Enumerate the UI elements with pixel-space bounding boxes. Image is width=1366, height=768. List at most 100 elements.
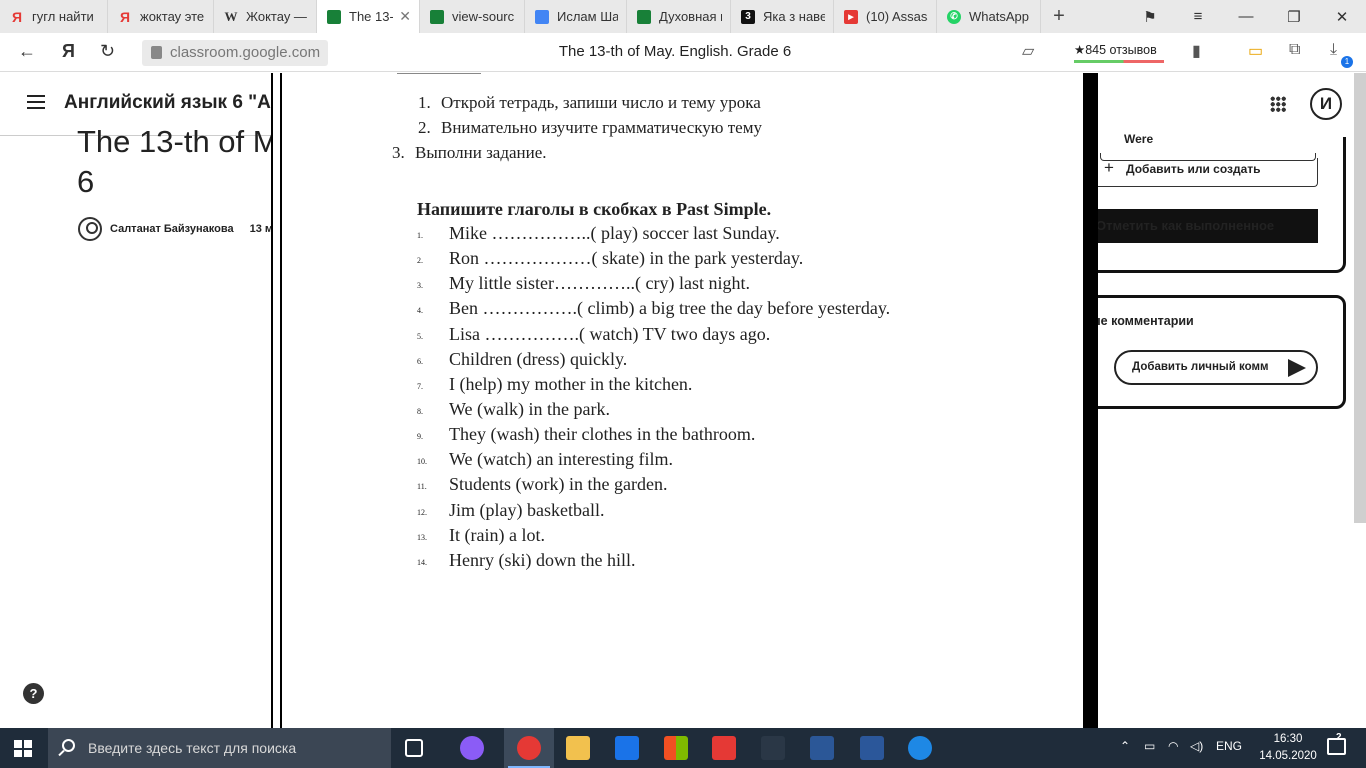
whatsapp-favicon-icon: ✆ <box>947 9 961 24</box>
restore-icon[interactable]: ❐ <box>1270 8 1318 26</box>
course-title[interactable]: Английский язык 6 "А <box>64 92 271 114</box>
add-or-create-button[interactable]: + Добавить или создать <box>1093 158 1318 187</box>
youtube-favicon-icon: ▶ <box>844 9 858 24</box>
tab-favicon-icon: Я <box>11 8 23 25</box>
step-text: Открой тетрадь, запиши число и тему урок… <box>441 93 761 112</box>
step-1: 1. Открой тетрадь, запиши число и тему у… <box>418 93 761 113</box>
no-image-icon[interactable]: ▱ <box>1022 41 1034 61</box>
exercise-text: Jim (play) basketball. <box>449 499 605 520</box>
author-name: Салтанат Байзунакова <box>110 223 234 235</box>
task-heading: Напишите глаголы в скобках в Past Simple… <box>417 199 772 219</box>
menu-icon[interactable]: ≡ <box>1174 8 1222 25</box>
taskbar-search[interactable]: Введите здесь текст для поиска <box>48 728 391 768</box>
battery-tray-icon[interactable]: ▭ <box>1144 739 1155 753</box>
exercise-text: Mike ……………..( play) soccer last Sunday. <box>449 223 780 243</box>
bookmark-icon[interactable]: ▮ <box>1192 41 1201 61</box>
mark-as-done-button[interactable]: Отметить как выполненное <box>1086 209 1318 243</box>
classroom-favicon-icon <box>430 9 444 24</box>
tab-label: view-sourc <box>452 9 515 24</box>
classroom-favicon-icon <box>637 9 651 24</box>
clock[interactable]: 16:30 14.05.2020 <box>1258 731 1318 765</box>
user-avatar[interactable]: И <box>1310 88 1342 120</box>
browser-tab[interactable]: W Жоктау — <box>214 0 317 33</box>
step-text: Выполни задание. <box>415 143 547 162</box>
tab-label: The 13-t <box>349 9 394 24</box>
window-controls: ⚑ ≡ — ❐ ✕ <box>1126 0 1366 33</box>
exercise-text: It (rain) a lot. <box>449 524 545 545</box>
volume-icon[interactable]: ◁) <box>1190 739 1203 753</box>
wifi-icon[interactable]: ◠ <box>1168 739 1178 753</box>
exercise-number: 8. <box>417 406 423 416</box>
plus-icon: + <box>1104 158 1114 177</box>
browser-tab[interactable]: Ислам Ша <box>525 0 627 33</box>
exercise-number: 6. <box>417 356 423 366</box>
assignment-title-line: 6 <box>77 164 95 199</box>
exercise-text: We (watch) an interesting film. <box>449 449 673 470</box>
store-icon[interactable] <box>664 736 688 760</box>
downloads-icon[interactable]: ⤓ <box>1330 41 1337 59</box>
battery-icon[interactable]: ▭ <box>1248 41 1263 61</box>
language-indicator[interactable]: ENG <box>1216 739 1242 753</box>
mail-icon[interactable] <box>615 736 639 760</box>
browser-tab[interactable]: Духовная и <box>627 0 731 33</box>
tab-close-icon[interactable]: ✕ <box>399 8 411 25</box>
hamburger-menu-icon[interactable] <box>27 95 45 109</box>
tab-label: WhatsApp <box>969 9 1029 24</box>
send-icon[interactable] <box>1288 359 1306 377</box>
bookmarks-icon[interactable]: ⚑ <box>1126 8 1174 26</box>
show-hidden-icons-icon[interactable]: ⌃ <box>1120 739 1130 753</box>
browser-tab[interactable]: Я гугл найти <box>0 0 108 33</box>
app-icon[interactable] <box>810 736 834 760</box>
attached-work-item[interactable]: Were <box>1124 132 1153 146</box>
step-3: 3. Выполни задание. <box>392 143 547 163</box>
docs-favicon-icon <box>535 9 549 24</box>
exercise-number: 10. <box>417 457 427 467</box>
exercise-number: 11. <box>417 482 427 492</box>
word-icon[interactable] <box>860 736 884 760</box>
browser-tab[interactable]: ✆ WhatsApp <box>937 0 1041 33</box>
tab-label: Ислам Ша <box>557 9 618 24</box>
exercise-number: 1. <box>417 231 423 240</box>
reviews-badge[interactable]: ★845 отзывов <box>1074 42 1157 57</box>
assignment-title-line: The 13-th of M <box>77 124 279 159</box>
help-icon[interactable]: ? <box>23 683 44 704</box>
close-window-icon[interactable]: ✕ <box>1318 8 1366 26</box>
tab-label: Яка з наве, <box>763 9 825 24</box>
tab-favicon-icon: W <box>224 8 238 24</box>
add-comment-label: Добавить личный комм <box>1132 361 1269 373</box>
browser-tab-bar: Я гугл найти Я жоктау эте W Жоктау — The… <box>0 0 1366 33</box>
windows-start-icon[interactable] <box>14 740 32 757</box>
exercise-text: Ben …………….( climb) a big tree the day be… <box>449 298 891 319</box>
windows-taskbar: Введите здесь текст для поиска ⌃ ▭ ◠ ◁) … <box>0 728 1366 768</box>
exercise-text: Henry (ski) down the hill. <box>449 549 636 570</box>
notifications-count: 2 <box>1336 732 1342 743</box>
collections-icon[interactable]: ⧉ <box>1289 41 1300 59</box>
browser-tab-active[interactable]: The 13-t ✕ <box>317 0 420 33</box>
exercise-text: I (help) my mother in the kitchen. <box>449 373 693 394</box>
yandex-icon[interactable] <box>712 736 736 760</box>
add-private-comment-button[interactable]: Добавить личный комм <box>1114 350 1318 385</box>
browser-tab[interactable]: ▶ (10) Assass <box>834 0 937 33</box>
author-row: Салтанат Байзунакова 13 м <box>78 216 273 242</box>
divider <box>397 73 481 74</box>
scrollbar[interactable] <box>1354 73 1366 523</box>
exercise-number: 5. <box>417 331 423 341</box>
step-text: Внимательно изучите грамматическую тему <box>441 118 762 137</box>
exercise-number: 4. <box>417 306 423 316</box>
new-tab-button[interactable]: + <box>1041 5 1077 28</box>
browser-tab[interactable]: 3 Яка з наве, <box>731 0 834 33</box>
browser-tab[interactable]: Я жоктау эте <box>108 0 214 33</box>
minimize-icon[interactable]: — <box>1222 8 1270 25</box>
file-explorer-icon[interactable] <box>566 736 590 760</box>
app-icon[interactable] <box>908 736 932 760</box>
task-view-icon[interactable] <box>405 739 423 757</box>
post-date: 13 м <box>249 223 274 235</box>
browser-tab[interactable]: view-sourc <box>420 0 525 33</box>
document-viewer-left-edge <box>271 73 282 728</box>
yandex-browser-icon[interactable] <box>517 736 541 760</box>
exercise-text: Ron ………………( skate) in the park yesterday… <box>449 248 804 269</box>
app-icon[interactable] <box>761 736 785 760</box>
exercise-number: 9. <box>417 432 423 442</box>
apps-grid-icon[interactable] <box>1270 96 1286 112</box>
alice-assistant-icon[interactable] <box>460 736 484 760</box>
